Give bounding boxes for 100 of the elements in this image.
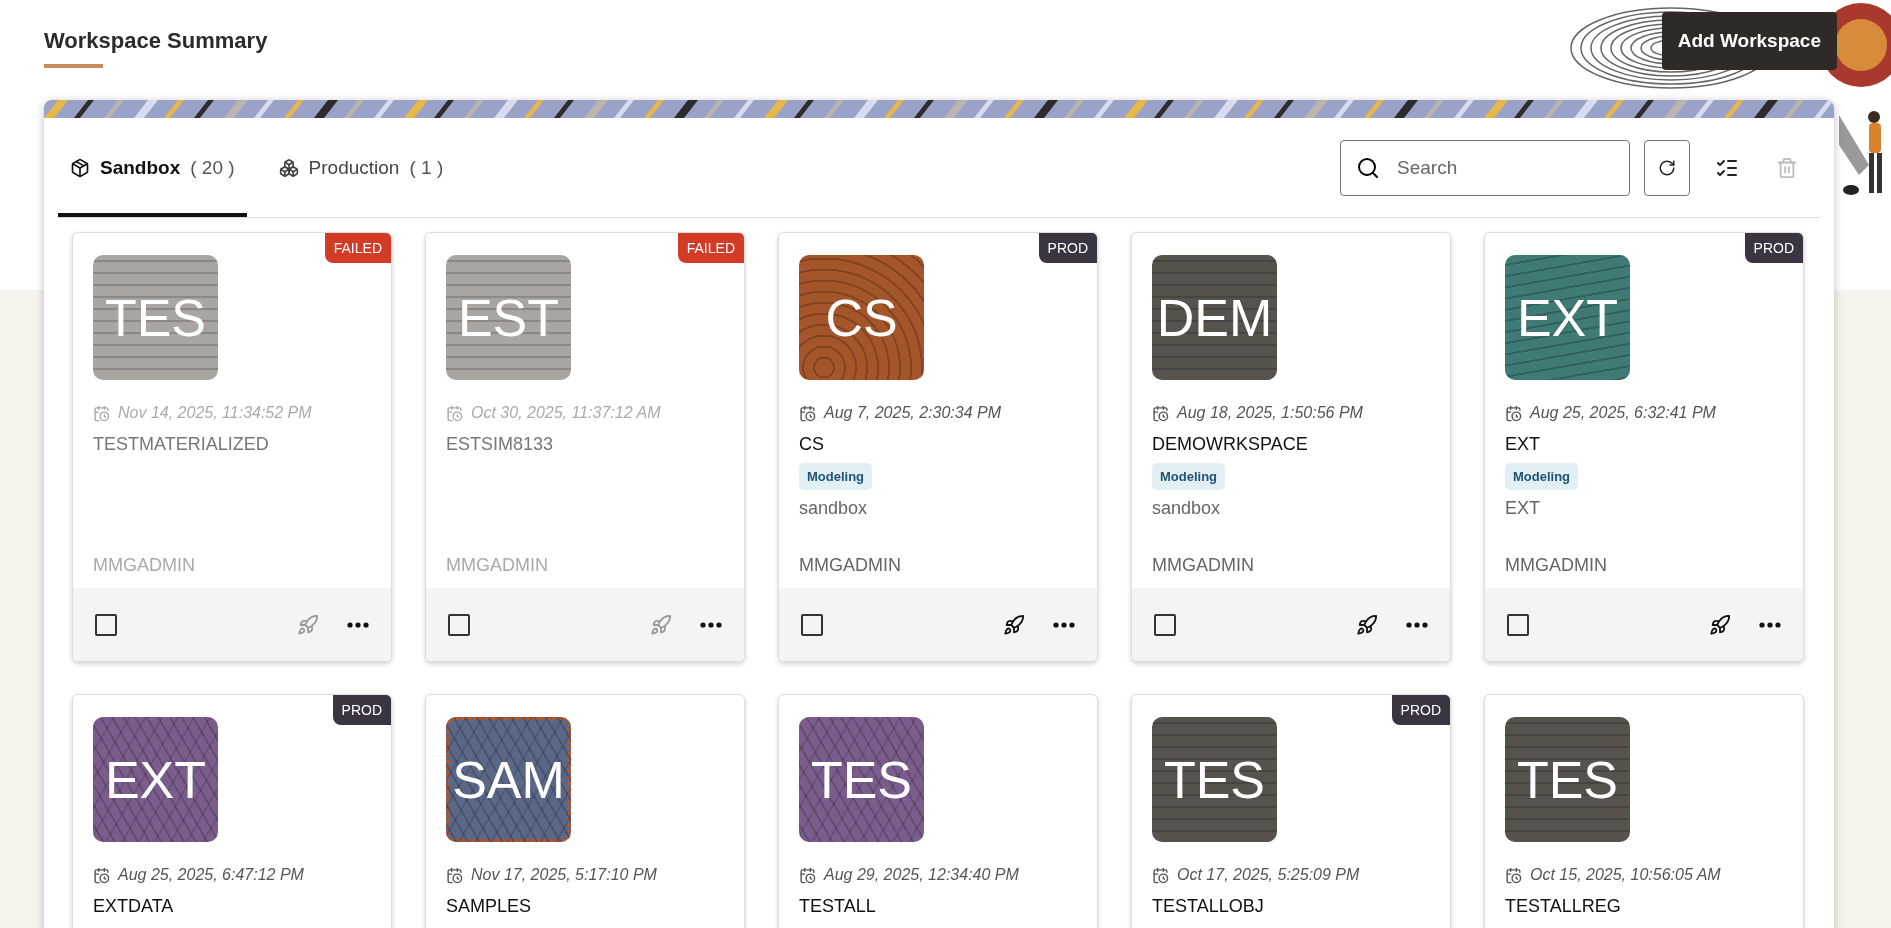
calendar-icon [93,866,110,884]
calendar-icon [446,866,463,884]
rocket-icon [1709,613,1731,636]
workspace-card[interactable]: FAILED TES Nov 14, 2025, 11:34:52 PM TESTMATERIALIZED MMGADMIN [72,232,392,662]
refresh-button[interactable] [1644,139,1690,196]
calendar-icon [93,404,110,422]
created-date: Aug 7, 2025, 2:30:34 PM [824,404,1001,422]
created-date: Oct 30, 2025, 11:37:12 AM [471,404,661,422]
workspace-tab[interactable]: Production ( 1 ) [266,118,456,217]
page-title: Workspace Summary [44,28,268,68]
more-icon [347,621,369,628]
avatar-initials: EXT [1516,287,1619,348]
rocket-icon [1003,613,1025,636]
workspace-card[interactable]: SAM Nov 17, 2025, 5:17:10 PM SAMPLES [425,694,745,928]
created-date: Oct 17, 2025, 5:25:09 PM [1177,866,1360,884]
workspace-name: CS [799,434,825,455]
workspace-card[interactable]: PROD CS Aug 7, 2025, 2:30:34 PM CS Modeling sandbox MMGADMIN [778,232,1098,662]
avatar-initials: CS [825,287,898,348]
calendar-icon [446,404,463,422]
calendar-icon [1152,866,1169,884]
search-field[interactable]: Search [1340,139,1630,196]
calendar-icon [1152,404,1169,422]
select-checkbox[interactable] [448,613,470,636]
workspace-card[interactable]: PROD EXT Aug 25, 2025, 6:32:41 PM EXT Modeling EXT MMGADMIN [1484,232,1804,662]
workspace-name: TESTALLOBJ [1152,896,1265,917]
created-date: Nov 14, 2025, 11:34:52 PM [118,404,312,422]
workspace-name: DEMOWRKSPACE [1152,434,1309,455]
created-date: Aug 25, 2025, 6:32:41 PM [1530,404,1716,422]
avatar-initials: EXT [104,749,207,810]
calendar-icon [799,866,816,884]
workspace-card[interactable]: PROD EXT Aug 25, 2025, 6:47:12 PM EXTDATA [72,694,392,928]
more-button[interactable] [1053,621,1075,628]
workspace-card[interactable]: TES Aug 29, 2025, 12:34:40 PM TESTALL [778,694,1098,928]
created-date: Aug 25, 2025, 6:47:12 PM [118,866,304,884]
more-button[interactable] [1759,621,1781,628]
workspace-description: sandbox [799,498,869,519]
status-badge: PROD [1038,233,1097,263]
calendar-icon [1505,404,1522,422]
search-icon [1356,155,1380,180]
workspace-name: TESTALL [799,896,877,917]
select-checkbox[interactable] [95,613,117,636]
status-badge: FAILED [677,233,744,263]
more-button[interactable] [700,621,722,628]
avatar-initials: TES [1163,749,1266,810]
created-date: Aug 18, 2025, 1:50:56 PM [1177,404,1363,422]
workspace-name: ESTSIM8133 [446,434,555,455]
workspace-card[interactable]: TES Oct 15, 2025, 10:56:05 AM TESTALLREG [1484,694,1804,928]
avatar-initials: EST [457,287,560,348]
select-checkbox[interactable] [801,613,823,636]
select-checkbox[interactable] [1507,613,1529,636]
more-icon [700,621,722,628]
avatar-initials: TES [810,749,913,810]
workspace-owner: MMGADMIN [799,555,902,576]
avatar-initials: TES [104,287,207,348]
more-icon [1759,621,1781,628]
created-date: Nov 17, 2025, 5:17:10 PM [471,866,657,884]
trash-icon [1776,156,1798,179]
calendar-icon [799,404,816,422]
tab-icon [278,157,299,178]
created-date: Aug 29, 2025, 12:34:40 PM [824,866,1019,884]
avatar-initials: SAM [452,749,565,810]
workspace-card[interactable]: PROD TES Oct 17, 2025, 5:25:09 PM TESTALLOBJ [1131,694,1451,928]
more-button[interactable] [347,621,369,628]
workspace-owner: MMGADMIN [446,555,549,576]
avatar-initials: DEM [1156,287,1273,348]
workspace-card[interactable]: FAILED EST Oct 30, 2025, 11:37:12 AM ESTSIM8133 MMGADMIN [425,232,745,662]
workspace-name: TESTMATERIALIZED [93,434,270,455]
workspace-name: SAMPLES [446,896,533,917]
workspace-owner: MMGADMIN [1152,555,1255,576]
created-date: Oct 15, 2025, 10:56:05 AM [1530,866,1721,884]
workspace-tag: Modeling [1152,463,1226,490]
workspace-name: EXT [1505,434,1541,455]
workspace-tag: Modeling [799,463,873,490]
more-icon [1053,621,1075,628]
workspace-name: EXTDATA [93,896,175,917]
rocket-icon [1356,613,1378,636]
status-badge: PROD [1391,695,1450,725]
launch-button[interactable] [1356,613,1378,636]
status-badge: PROD [332,695,391,725]
add-workspace-button[interactable]: Add Workspace [1661,12,1837,70]
rocket-icon [650,613,672,636]
workspace-description: sandbox [1152,498,1222,519]
more-button[interactable] [1406,621,1428,628]
launch-button[interactable] [1709,613,1731,636]
more-icon [1406,621,1428,628]
status-badge: FAILED [324,233,391,263]
refresh-icon [1658,158,1676,177]
workspace-owner: MMGADMIN [1505,555,1608,576]
workspace-name: TESTALLREG [1505,896,1622,917]
workspace-card[interactable]: DEM Aug 18, 2025, 1:50:56 PM DEMOWRKSPACE Modeling sandbox MMGADMIN [1131,232,1451,662]
status-badge: PROD [1744,233,1803,263]
rocket-icon [297,613,319,636]
launch-button[interactable] [1003,613,1025,636]
workspace-tab[interactable]: Sandbox ( 20 ) [58,118,247,217]
tab-icon [70,157,90,178]
select-checkbox[interactable] [1154,613,1176,636]
avatar-initials: TES [1516,749,1619,810]
workspace-description: EXT [1505,498,1541,519]
calendar-icon [1505,866,1522,884]
workspace-tag: Modeling [1505,463,1579,490]
